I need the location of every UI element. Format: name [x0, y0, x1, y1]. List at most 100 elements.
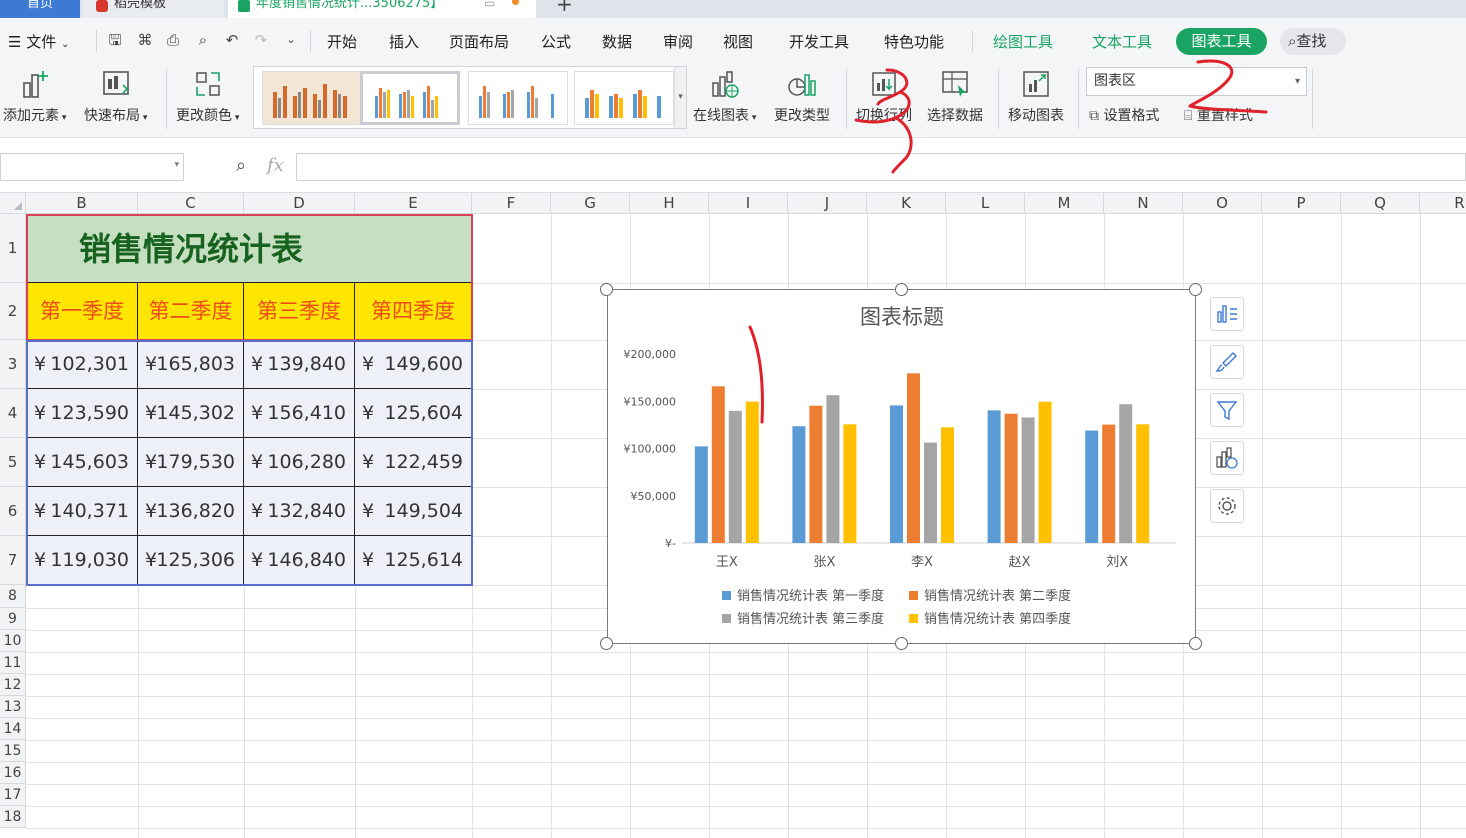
bar[interactable] [711, 386, 725, 543]
row-header[interactable]: 14 [0, 718, 26, 740]
legend-entry[interactable]: 销售情况统计表 第四季度 [924, 611, 1071, 627]
change-color-button[interactable]: 更改颜色 ▾ [176, 67, 239, 125]
more-chevron-icon[interactable]: ⌄ [282, 31, 300, 49]
column-header[interactable]: I [709, 193, 788, 214]
row-header[interactable]: 17 [0, 784, 26, 806]
column-header[interactable]: N [1104, 193, 1183, 214]
chart-style-2[interactable] [360, 71, 460, 125]
column-header[interactable]: M [1025, 193, 1104, 214]
row-header[interactable]: 5 [0, 438, 26, 487]
sales-value-cell[interactable]: ¥139,840 [244, 340, 355, 389]
row-header[interactable]: 2 [0, 283, 26, 340]
quick-layout-button[interactable]: 快速布局 ▾ [84, 67, 147, 125]
column-header[interactable]: Q [1341, 193, 1420, 214]
menu-data[interactable]: 数据 [602, 31, 632, 52]
bar[interactable] [1085, 430, 1099, 543]
bar[interactable] [809, 405, 823, 543]
bar[interactable] [1136, 424, 1150, 543]
chart-style-3[interactable] [468, 71, 568, 125]
menu-review[interactable]: 审阅 [663, 31, 693, 52]
column-header[interactable]: L [946, 193, 1025, 214]
menu-view[interactable]: 视图 [723, 31, 753, 52]
row-header[interactable]: 8 [0, 585, 26, 608]
chart-style-button[interactable] [1210, 345, 1244, 379]
bar[interactable] [987, 410, 1001, 543]
chart-legend[interactable]: 销售情况统计表 第一季度 销售情况统计表 第二季度销售情况统计表 第三季度 销售情况… [722, 588, 1071, 627]
bar[interactable] [941, 427, 954, 543]
resize-handle-nw[interactable] [600, 283, 613, 296]
resize-handle-se[interactable] [1189, 637, 1202, 650]
row-header[interactable]: 12 [0, 674, 26, 696]
sales-value-cell[interactable]: ¥145,603 [27, 438, 138, 487]
table-title-cell[interactable]: 销售情况统计表 [27, 215, 472, 283]
row-header[interactable]: 6 [0, 487, 26, 536]
select-data-button[interactable]: 选择数据 [927, 67, 983, 125]
resize-handle-n[interactable] [895, 283, 908, 296]
bar[interactable] [826, 395, 840, 543]
chart-style-4[interactable] [574, 71, 674, 125]
row-header[interactable]: 4 [0, 389, 26, 438]
change-type-button[interactable]: 更改类型 [774, 67, 830, 125]
bar[interactable] [890, 405, 903, 543]
quarter-header-cell[interactable]: 第一季度 [27, 283, 138, 340]
sales-value-cell[interactable]: ¥125,306 [138, 536, 244, 585]
bar[interactable] [843, 424, 857, 543]
row-header[interactable]: 3 [0, 340, 26, 389]
menu-page-layout[interactable]: 页面布局 [449, 31, 509, 52]
tab-home[interactable]: 首页 [0, 0, 80, 18]
legend-entry[interactable]: 销售情况统计表 第三季度 [737, 611, 884, 627]
sales-value-cell[interactable]: ¥123,590 [27, 389, 138, 438]
plot-area[interactable] [694, 373, 1150, 543]
menu-insert[interactable]: 插入 [389, 31, 419, 52]
fx-icon[interactable]: fx [267, 155, 284, 176]
chart-settings-button[interactable] [1210, 489, 1244, 523]
chart-area[interactable]: 图表标题 ¥- ¥50,000 ¥100,000 ¥150,000 ¥200,000 王… [607, 289, 1196, 644]
bar[interactable] [1102, 424, 1116, 543]
select-all-corner[interactable] [0, 193, 26, 214]
sales-value-cell[interactable]: ¥132,840 [244, 487, 355, 536]
bar[interactable] [694, 446, 708, 543]
bar[interactable] [1119, 404, 1133, 543]
format-painter-icon[interactable]: ⌘ [136, 31, 154, 49]
redo-icon[interactable]: ↷ [252, 31, 270, 49]
sales-value-cell[interactable]: ¥136,820 [138, 487, 244, 536]
bar[interactable] [1038, 401, 1052, 543]
column-header[interactable]: P [1262, 193, 1341, 214]
formula-input[interactable] [296, 153, 1466, 181]
menu-text-tools[interactable]: 文本工具 [1092, 31, 1152, 52]
print-icon[interactable]: ⎙ [164, 31, 182, 49]
column-header[interactable]: K [867, 193, 946, 214]
switch-row-col-button[interactable]: 切换行列 [856, 67, 912, 125]
row-header[interactable]: 9 [0, 608, 26, 630]
row-header[interactable]: 15 [0, 740, 26, 762]
online-chart-button[interactable]: 在线图表 ▾ [693, 67, 756, 125]
sales-value-cell[interactable]: ¥102,301 [27, 340, 138, 389]
name-box[interactable]: ▾ [0, 153, 184, 181]
chart-title[interactable]: 图表标题 [860, 305, 944, 329]
column-header[interactable]: F [472, 193, 551, 214]
sales-value-cell[interactable]: ¥125,604 [355, 389, 472, 438]
quarter-header-cell[interactable]: 第二季度 [138, 283, 244, 340]
column-header[interactable]: C [138, 193, 244, 214]
menu-developer[interactable]: 开发工具 [789, 31, 849, 52]
bar[interactable] [792, 426, 806, 543]
row-header[interactable]: 13 [0, 696, 26, 718]
quarter-header-cell[interactable]: 第三季度 [244, 283, 355, 340]
bar[interactable] [1021, 417, 1035, 543]
column-header[interactable]: H [630, 193, 709, 214]
sales-value-cell[interactable]: ¥145,302 [138, 389, 244, 438]
chart-filter-button[interactable] [1210, 393, 1244, 427]
sales-value-cell[interactable]: ¥140,371 [27, 487, 138, 536]
bar[interactable] [907, 373, 920, 543]
print-preview-icon[interactable]: ⌕ [194, 31, 212, 49]
resize-handle-sw[interactable] [600, 637, 613, 650]
row-header[interactable]: 18 [0, 806, 26, 828]
column-header[interactable]: E [355, 193, 472, 214]
quarter-header-cell[interactable]: 第四季度 [355, 283, 472, 340]
menu-chart-tools[interactable]: 图表工具 [1176, 28, 1267, 55]
sales-value-cell[interactable]: ¥125,614 [355, 536, 472, 585]
sales-value-cell[interactable]: ¥165,803 [138, 340, 244, 389]
online-chart-side-button[interactable] [1210, 441, 1244, 475]
bar[interactable] [924, 442, 937, 543]
sales-value-cell[interactable]: ¥106,280 [244, 438, 355, 487]
